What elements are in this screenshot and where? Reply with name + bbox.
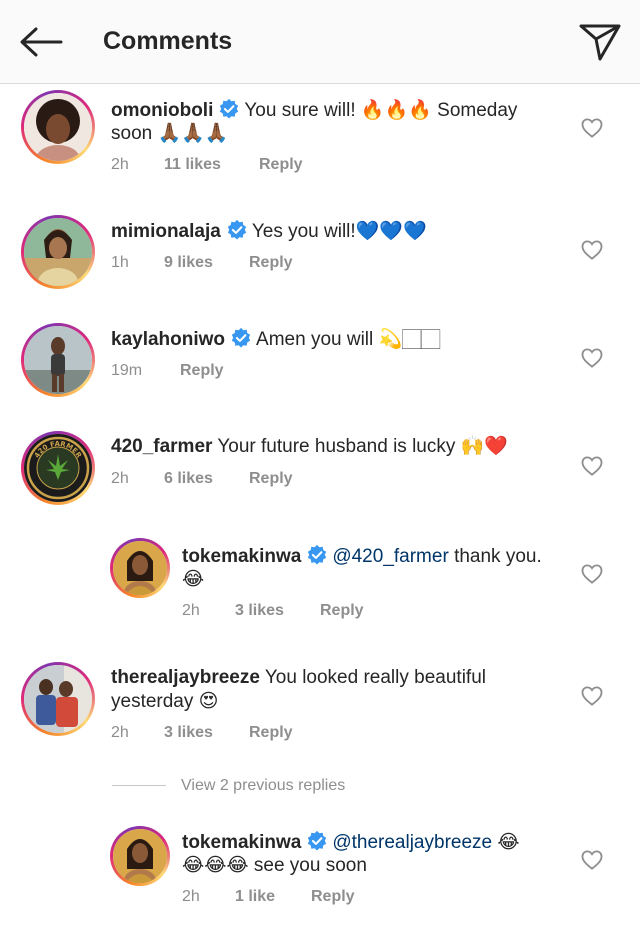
avatar[interactable] [21,215,95,289]
comment-meta: 1h 9 likes Reply [111,254,411,274]
verified-badge-icon [308,544,327,565]
verified-badge-icon [227,219,246,240]
comment-row: mimionalaja Yes you will!💙💙💙 1h 9 likes R… [0,208,640,308]
reply-button[interactable]: Reply [180,362,224,380]
reply-row: tokemakinwa @420_farmer thank you. 😂 2h 3… [0,536,640,646]
avatar[interactable] [21,323,95,397]
username[interactable]: mimionalaja [111,221,221,242]
replies-divider [112,785,166,786]
comment-row: omonioboli You sure will! 🔥🔥🔥 Someday soo… [0,88,640,198]
mention-link[interactable]: @therealjaybreeze [332,832,492,853]
heart-icon[interactable] [581,118,603,138]
comment-text: tokemakinwa @therealjaybreeze 😂 [182,830,520,855]
reply-button[interactable]: Reply [249,470,293,488]
comment-body: You sure will! 🔥🔥🔥 Someday [244,100,518,121]
likes-count[interactable]: 1 like [235,888,275,906]
comment-meta: 2h 1 like Reply [182,888,442,908]
comment-body-line2: yesterday 😍 [111,691,219,712]
avatar[interactable]: 420 FARMER [21,431,95,505]
avatar[interactable] [110,538,170,598]
verified-badge-icon [231,327,251,348]
heart-icon[interactable] [581,850,603,870]
reply-button[interactable]: Reply [259,156,303,174]
heart-icon[interactable] [581,456,603,476]
heart-icon[interactable] [581,240,603,260]
comment-row: 420 FARMER 420_farmer Your future husban… [0,424,640,524]
reply-row: tokemakinwa @therealjaybreeze 😂 😂😂😂 see y… [0,822,640,932]
comment-text: therealjaybreeze You looked really beaut… [111,666,486,690]
username[interactable]: therealjaybreeze [111,667,260,688]
comment-meta: 2h 6 likes Reply [111,470,411,490]
comment-time: 2h [111,470,129,487]
likes-count[interactable]: 9 likes [164,254,213,272]
comment-time: 1h [111,254,129,271]
username[interactable]: tokemakinwa [182,832,301,853]
comment-time: 19m [111,362,143,379]
avatar[interactable] [21,90,95,164]
comment-body: Your future husband is lucky 🙌❤️ [217,436,508,457]
username[interactable]: 420_farmer [111,436,212,457]
comment-body: thank you. [454,546,542,567]
reply-button[interactable]: Reply [249,724,293,742]
top-bar: Comments [0,0,640,84]
view-previous-replies-button[interactable]: View 2 previous replies [181,777,345,795]
likes-count[interactable]: 3 likes [164,724,213,742]
comment-body: Amen you will 💫🏻🏻 [256,329,441,350]
comment-row: therealjaybreeze You looked really beaut… [0,656,640,766]
reply-button[interactable]: Reply [311,888,355,906]
comment-text: mimionalaja Yes you will!💙💙💙 [111,219,427,244]
comment-body-line2: 😂😂😂 see you soon [182,855,367,876]
heart-icon[interactable] [581,564,603,584]
comment-row: kaylahoniwo Amen you will 💫🏻🏻 19m Reply [0,316,640,416]
heart-icon[interactable] [581,686,603,706]
heart-icon[interactable] [581,348,603,368]
comment-time: 2h [111,724,129,741]
comment-meta: 19m Reply [111,362,411,382]
arrow-left-icon [20,27,63,57]
comment-text: kaylahoniwo Amen you will 💫🏻🏻 [111,327,440,352]
likes-count[interactable]: 3 likes [235,602,284,620]
verified-badge-icon [220,98,239,119]
reply-button[interactable]: Reply [320,602,364,620]
comment-meta: 2h 3 likes Reply [111,724,411,744]
avatar[interactable] [110,826,170,886]
farmer-logo-image: 420 FARMER [24,434,92,502]
username[interactable]: omonioboli [111,100,213,121]
comment-time: 2h [182,602,200,619]
mention-link[interactable]: @420_farmer [332,546,448,567]
username[interactable]: tokemakinwa [182,546,301,567]
comment-body: You looked really beautiful [264,667,486,688]
comment-body-line2: soon 🙏🏾🙏🏾🙏🏾 [111,123,229,144]
page-title: Comments [103,27,233,55]
comment-time: 2h [182,888,200,905]
share-button[interactable] [572,18,628,66]
comment-text: tokemakinwa @420_farmer thank you. [182,544,542,569]
comment-body-line2: 😂 [182,569,205,590]
username[interactable]: kaylahoniwo [111,329,225,350]
paper-plane-icon [579,24,621,61]
back-button[interactable] [14,20,68,64]
likes-count[interactable]: 6 likes [164,470,213,488]
comment-text: omonioboli You sure will! 🔥🔥🔥 Someday [111,98,517,123]
comment-time: 2h [111,156,129,173]
reply-button[interactable]: Reply [249,254,293,272]
comment-body: 😂 [497,832,520,853]
likes-count[interactable]: 11 likes [164,156,221,174]
comment-meta: 2h 11 likes Reply [111,156,411,176]
comment-meta: 2h 3 likes Reply [182,602,442,622]
verified-badge-icon [308,830,327,851]
avatar[interactable] [21,662,95,736]
comment-body: Yes you will!💙💙💙 [251,221,427,242]
comment-text: 420_farmer Your future husband is lucky … [111,435,508,459]
